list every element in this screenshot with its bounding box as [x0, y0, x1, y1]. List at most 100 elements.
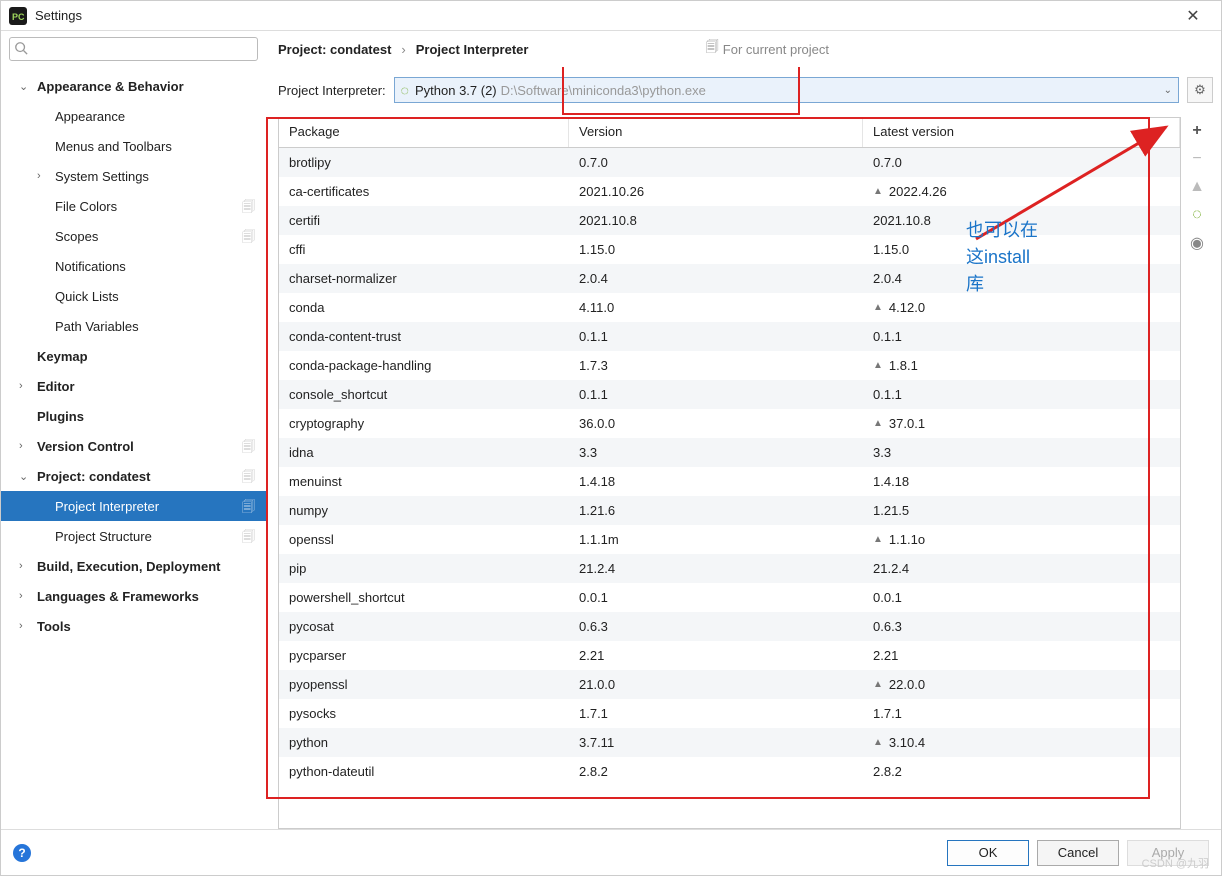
cell-version: 0.1.1: [569, 387, 863, 402]
sidebar-item-notifications[interactable]: Notifications: [1, 251, 266, 281]
table-row[interactable]: cffi1.15.01.15.0: [279, 235, 1180, 264]
table-row[interactable]: openssl1.1.1m▲1.1.1o: [279, 525, 1180, 554]
cancel-button[interactable]: Cancel: [1037, 840, 1119, 866]
sidebar-item-system-settings[interactable]: ›System Settings: [1, 161, 266, 191]
table-row[interactable]: certifi2021.10.82021.10.8: [279, 206, 1180, 235]
interpreter-name: Python 3.7 (2): [415, 83, 497, 98]
sidebar-label: Notifications: [55, 259, 258, 274]
window-title: Settings: [35, 8, 1173, 23]
cell-latest: ▲37.0.1: [863, 416, 1180, 431]
settings-search-input[interactable]: [9, 37, 258, 61]
sidebar-item-path-variables[interactable]: Path Variables: [1, 311, 266, 341]
col-header-package[interactable]: Package: [279, 118, 569, 147]
cell-latest: 0.6.3: [863, 619, 1180, 634]
cell-version: 2.0.4: [569, 271, 863, 286]
cell-version: 0.7.0: [569, 155, 863, 170]
cell-version: 3.3: [569, 445, 863, 460]
sidebar-item-version-control[interactable]: ›Version Control🗐: [1, 431, 266, 461]
sidebar-label: File Colors: [55, 199, 242, 214]
sidebar-item-languages-frameworks[interactable]: ›Languages & Frameworks: [1, 581, 266, 611]
watermark: CSDN @九羽: [1142, 855, 1209, 871]
sidebar-item-menus-and-toolbars[interactable]: Menus and Toolbars: [1, 131, 266, 161]
search-field[interactable]: [32, 41, 253, 57]
cell-package: cffi: [279, 242, 569, 257]
chevron-icon: ⌄: [19, 80, 37, 93]
col-header-latest[interactable]: Latest version: [863, 118, 1180, 147]
cell-version: 1.1.1m: [569, 532, 863, 547]
sidebar-label: Quick Lists: [55, 289, 258, 304]
interpreter-dropdown[interactable]: ◌ Python 3.7 (2) D:\Software\miniconda3\…: [394, 77, 1179, 103]
sidebar-item-project-structure[interactable]: Project Structure🗐: [1, 521, 266, 551]
cell-package: numpy: [279, 503, 569, 518]
sidebar-item-quick-lists[interactable]: Quick Lists: [1, 281, 266, 311]
sidebar-item-build-execution-deployment[interactable]: ›Build, Execution, Deployment: [1, 551, 266, 581]
sidebar-item-editor[interactable]: ›Editor: [1, 371, 266, 401]
table-row[interactable]: brotlipy0.7.00.7.0: [279, 148, 1180, 177]
table-row[interactable]: pyopenssl21.0.0▲22.0.0: [279, 670, 1180, 699]
breadcrumb-page: Project Interpreter: [416, 42, 529, 57]
sidebar-item-project-interpreter[interactable]: Project Interpreter🗐: [1, 491, 266, 521]
add-package-button[interactable]: +: [1187, 121, 1207, 141]
table-row[interactable]: ca-certificates2021.10.26▲2022.4.26: [279, 177, 1180, 206]
table-row[interactable]: pip21.2.421.2.4: [279, 554, 1180, 583]
cell-latest: 0.1.1: [863, 387, 1180, 402]
sidebar-label: Tools: [37, 619, 258, 634]
sidebar-label: Build, Execution, Deployment: [37, 559, 258, 574]
cell-latest: 3.3: [863, 445, 1180, 460]
table-row[interactable]: python3.7.11▲3.10.4: [279, 728, 1180, 757]
table-row[interactable]: conda-package-handling1.7.3▲1.8.1: [279, 351, 1180, 380]
remove-package-button[interactable]: −: [1187, 149, 1207, 169]
sidebar-item-keymap[interactable]: Keymap: [1, 341, 266, 371]
upgrade-available-icon: ▲: [873, 302, 883, 313]
chevron-down-icon: ⌄: [1164, 85, 1172, 96]
sidebar-label: Project Structure: [55, 529, 242, 544]
table-row[interactable]: pycparser2.212.21: [279, 641, 1180, 670]
table-row[interactable]: python-dateutil2.8.22.8.2: [279, 757, 1180, 786]
cell-package: pyopenssl: [279, 677, 569, 692]
table-row[interactable]: pycosat0.6.30.6.3: [279, 612, 1180, 641]
sidebar-item-plugins[interactable]: Plugins: [1, 401, 266, 431]
table-row[interactable]: charset-normalizer2.0.42.0.4: [279, 264, 1180, 293]
cell-latest: ▲22.0.0: [863, 677, 1180, 692]
help-button[interactable]: ?: [13, 844, 31, 862]
cell-version: 2021.10.8: [569, 213, 863, 228]
sidebar-item-tools[interactable]: ›Tools: [1, 611, 266, 641]
table-row[interactable]: powershell_shortcut0.0.10.0.1: [279, 583, 1180, 612]
table-row[interactable]: pysocks1.7.11.7.1: [279, 699, 1180, 728]
cell-latest: 0.7.0: [863, 155, 1180, 170]
table-row[interactable]: numpy1.21.61.21.5: [279, 496, 1180, 525]
table-row[interactable]: conda-content-trust0.1.10.1.1: [279, 322, 1180, 351]
ok-button[interactable]: OK: [947, 840, 1029, 866]
refresh-button[interactable]: ◌: [1187, 205, 1207, 225]
cell-latest: 2021.10.8: [863, 213, 1180, 228]
sidebar-item-appearance-behavior[interactable]: ⌄Appearance & Behavior: [1, 71, 266, 101]
cell-version: 0.1.1: [569, 329, 863, 344]
table-row[interactable]: idna3.33.3: [279, 438, 1180, 467]
cell-latest: 2.0.4: [863, 271, 1180, 286]
close-icon[interactable]: ✕: [1173, 6, 1213, 26]
sidebar-item-appearance[interactable]: Appearance: [1, 101, 266, 131]
upgrade-available-icon: ▲: [873, 534, 883, 545]
sidebar-item-scopes[interactable]: Scopes🗐: [1, 221, 266, 251]
copy-icon: 🗐: [706, 38, 719, 60]
cell-package: python: [279, 735, 569, 750]
upgrade-package-button[interactable]: ▲: [1187, 177, 1207, 197]
cell-package: cryptography: [279, 416, 569, 431]
sidebar-item-project-condatest[interactable]: ⌄Project: condatest🗐: [1, 461, 266, 491]
cell-latest: 1.21.5: [863, 503, 1180, 518]
gear-icon: ⚙: [1194, 82, 1206, 98]
cell-package: openssl: [279, 532, 569, 547]
table-row[interactable]: conda4.11.0▲4.12.0: [279, 293, 1180, 322]
cell-latest: 1.7.1: [863, 706, 1180, 721]
table-row[interactable]: cryptography36.0.0▲37.0.1: [279, 409, 1180, 438]
show-button[interactable]: ◉: [1187, 233, 1207, 253]
table-row[interactable]: menuinst1.4.181.4.18: [279, 467, 1180, 496]
sidebar-label: Project: condatest: [37, 469, 242, 484]
col-header-version[interactable]: Version: [569, 118, 863, 147]
cell-package: pycparser: [279, 648, 569, 663]
chevron-right-icon: ›: [401, 42, 405, 57]
sidebar-item-file-colors[interactable]: File Colors🗐: [1, 191, 266, 221]
upgrade-available-icon: ▲: [873, 360, 883, 371]
table-row[interactable]: console_shortcut0.1.10.1.1: [279, 380, 1180, 409]
interpreter-settings-button[interactable]: ⚙: [1187, 77, 1213, 103]
